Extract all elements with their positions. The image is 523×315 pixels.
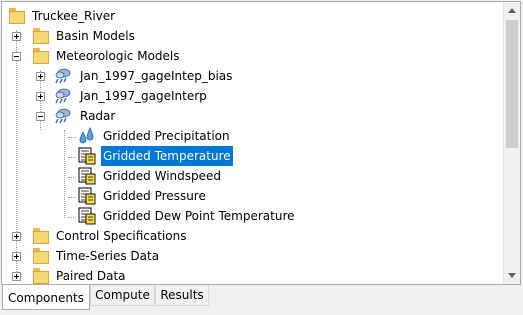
tree-node-label: Radar [80,109,116,123]
tree-node-jan-1997-gageinterp[interactable]: Jan_1997_gageInterp [2,86,502,106]
tree-node-label: Control Specifications [56,229,187,243]
tree-node-label: Jan_1997_gageIntep_bias [80,69,233,83]
tree-node-label: Paired Data [56,269,126,283]
meteorologic-model-icon [55,68,71,84]
folder-icon [32,227,50,245]
tree-node-label: Gridded Precipitation [103,129,230,143]
expand-plus-icon[interactable] [36,72,45,81]
tree-node-label: Gridded Dew Point Temperature [103,209,295,223]
collapse-minus-icon[interactable] [36,112,45,121]
tree-node-label: Time-Series Data [56,249,160,263]
watershed-explorer-tree: Truckee_River Basin Models Meteorologic … [2,2,503,284]
tree-node-jan-1997-gageintep-bias[interactable]: Jan_1997_gageIntep_bias [2,66,502,86]
tree-node-label: Meteorologic Models [56,49,180,63]
tree-node-truckee-river[interactable]: Truckee_River [2,6,502,26]
tree-node-radar[interactable]: Radar [2,106,502,126]
scrollbar-thumb[interactable] [506,20,518,148]
tree-node-label: Basin Models [56,29,135,43]
gridded-data-icon [78,207,96,225]
tree-node-gridded-precipitation[interactable]: Gridded Precipitation [2,126,502,146]
expand-plus-icon[interactable] [36,92,45,101]
expand-plus-icon[interactable] [12,232,21,241]
tab-compute[interactable]: Compute [90,285,155,306]
tab-results[interactable]: Results [155,285,209,306]
vertical-scrollbar[interactable] [503,2,520,284]
gridded-data-icon [78,167,96,185]
tree-node-time-series-data[interactable]: Time-Series Data [2,246,502,266]
tree-node-gridded-windspeed[interactable]: Gridded Windspeed [2,166,502,186]
tree-node-gridded-pressure[interactable]: Gridded Pressure [2,186,502,206]
gridded-data-icon [78,187,96,205]
tree-node-basin-models[interactable]: Basin Models [2,26,502,46]
folder-icon [32,27,50,45]
scroll-up-arrow-icon[interactable] [504,2,520,19]
meteorologic-model-icon [55,108,71,124]
tree-node-label: Truckee_River [32,9,116,23]
tree-node-label: Gridded Temperature [101,146,233,166]
precipitation-icon [79,127,94,144]
meteorologic-model-icon [55,88,71,104]
expand-plus-icon[interactable] [12,32,21,41]
folder-icon [8,7,26,25]
explorer-tab-strip: Components Compute Results [0,285,523,315]
tree-node-label: Gridded Pressure [103,189,206,203]
tree-node-label: Gridded Windspeed [103,169,222,183]
folder-icon [32,47,50,65]
tree-node-paired-data[interactable]: Paired Data [2,266,502,284]
collapse-minus-icon[interactable] [12,52,21,61]
scroll-down-arrow-icon[interactable] [504,267,520,284]
component-tree-panel: Truckee_River Basin Models Meteorologic … [1,1,521,285]
folder-icon [32,247,50,265]
tree-node-gridded-temperature[interactable]: Gridded Temperature [2,146,502,166]
tree-node-label: Jan_1997_gageInterp [80,89,207,103]
tree-node-control-specifications[interactable]: Control Specifications [2,226,502,246]
folder-icon [32,267,50,284]
gridded-data-icon [78,147,96,165]
expand-plus-icon[interactable] [12,252,21,261]
tree-node-meteorologic-models[interactable]: Meteorologic Models [2,46,502,66]
expand-plus-icon[interactable] [12,272,21,281]
tree-node-gridded-dew-point-temperature[interactable]: Gridded Dew Point Temperature [2,206,502,226]
tab-components[interactable]: Components [2,285,90,310]
